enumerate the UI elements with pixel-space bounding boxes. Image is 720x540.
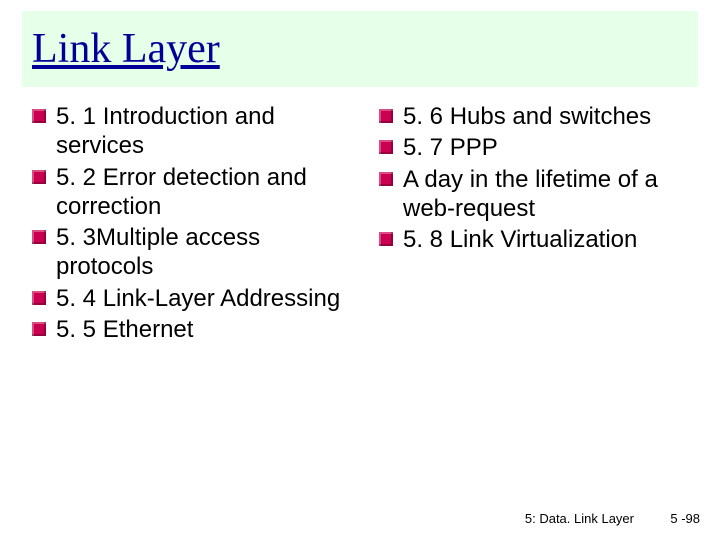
list-item-label: 5. 2 Error detection and correction: [56, 164, 307, 220]
outline-right: 5. 6 Hubs and switches 5. 7 PPP A day in…: [379, 102, 696, 254]
square-bullet-icon: [379, 140, 393, 154]
square-bullet-icon: [32, 170, 46, 184]
list-item: 5. 4 Link-Layer Addressing: [32, 284, 349, 313]
list-item-label: A day in the lifetime of a web-request: [403, 166, 658, 222]
square-bullet-icon: [379, 232, 393, 246]
list-item-label: 5. 6 Hubs and switches: [403, 103, 651, 130]
list-item-label: 5. 8 Link Virtualization: [403, 226, 637, 253]
list-item: 5. 6 Hubs and switches: [379, 102, 696, 131]
list-item-label: 5. 5 Ethernet: [56, 316, 193, 343]
square-bullet-icon: [32, 322, 46, 336]
list-item-label: 5. 4 Link-Layer Addressing: [56, 285, 340, 312]
square-bullet-icon: [32, 230, 46, 244]
list-item: 5. 2 Error detection and correction: [32, 163, 349, 222]
list-item: 5. 3Multiple access protocols: [32, 223, 349, 282]
square-bullet-icon: [379, 172, 393, 186]
square-bullet-icon: [379, 109, 393, 123]
footer-page-number: 5 -98: [670, 511, 700, 526]
right-column: 5. 6 Hubs and switches 5. 7 PPP A day in…: [379, 102, 696, 346]
title-band: Link Layer: [22, 11, 698, 87]
list-item-label: 5. 3Multiple access protocols: [56, 224, 260, 280]
outline-left: 5. 1 Introduction and services 5. 2 Erro…: [32, 102, 349, 344]
left-column: 5. 1 Introduction and services 5. 2 Erro…: [32, 102, 349, 346]
list-item: 5. 5 Ethernet: [32, 315, 349, 344]
list-item: 5. 1 Introduction and services: [32, 102, 349, 161]
list-item: 5. 7 PPP: [379, 133, 696, 162]
square-bullet-icon: [32, 291, 46, 305]
slide-title: Link Layer: [32, 25, 220, 73]
content-columns: 5. 1 Introduction and services 5. 2 Erro…: [32, 102, 696, 346]
list-item: 5. 8 Link Virtualization: [379, 225, 696, 254]
slide: Link Layer 5. 1 Introduction and service…: [0, 0, 720, 540]
square-bullet-icon: [32, 109, 46, 123]
list-item: A day in the lifetime of a web-request: [379, 165, 696, 224]
list-item-label: 5. 1 Introduction and services: [56, 103, 275, 159]
footer-chapter: 5: Data. Link Layer: [525, 511, 634, 526]
list-item-label: 5. 7 PPP: [403, 134, 498, 161]
